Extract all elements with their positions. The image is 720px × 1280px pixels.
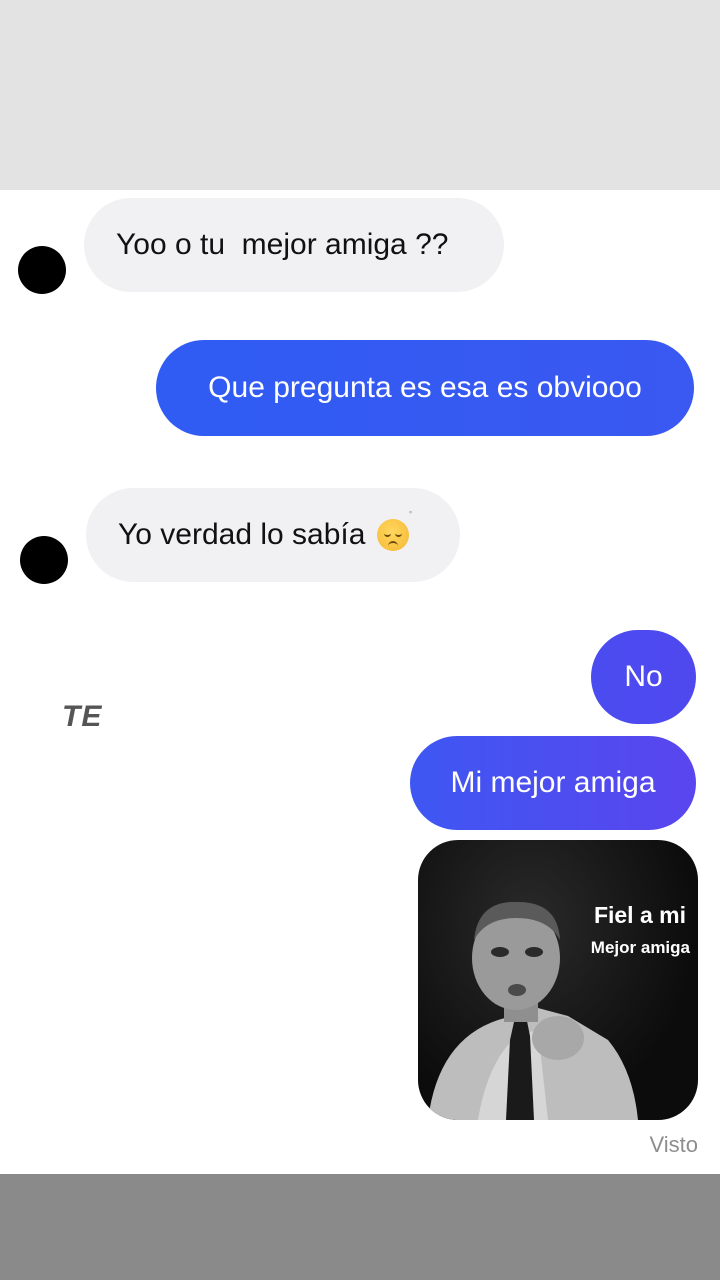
sender-avatar[interactable] bbox=[18, 246, 66, 294]
image-caption-subtitle: Mejor amiga bbox=[590, 938, 690, 957]
outgoing-message-bubble[interactable]: Que pregunta es esa es obviooo bbox=[156, 340, 694, 436]
message-text: Que pregunta es esa es obviooo bbox=[208, 371, 642, 404]
sender-avatar[interactable] bbox=[20, 536, 68, 584]
relieved-face-emoji: ''' bbox=[377, 511, 412, 551]
incoming-message-bubble[interactable]: Yoo o tu mejor amiga ?? bbox=[84, 198, 504, 292]
outgoing-message-bubble[interactable]: No bbox=[591, 630, 696, 724]
message-text: No bbox=[624, 660, 663, 693]
message-text: Yoo o tu mejor amiga ?? bbox=[116, 228, 449, 261]
image-caption-title: Fiel a mi bbox=[593, 902, 686, 928]
overlay-text: TE bbox=[62, 700, 103, 733]
message-text: Mi mejor amiga bbox=[450, 766, 656, 799]
bottom-band bbox=[0, 1174, 720, 1280]
seen-status: Visto bbox=[649, 1132, 698, 1157]
incoming-message-bubble[interactable]: Yo verdad lo sabía ''' bbox=[86, 488, 460, 582]
top-band bbox=[0, 0, 720, 192]
message-text: Yo verdad lo sabía bbox=[118, 518, 366, 551]
image-message[interactable]: Fiel a mi Mejor amiga bbox=[418, 840, 698, 1120]
photo-person bbox=[428, 901, 638, 1120]
outgoing-message-bubble[interactable]: Mi mejor amiga bbox=[410, 736, 696, 830]
